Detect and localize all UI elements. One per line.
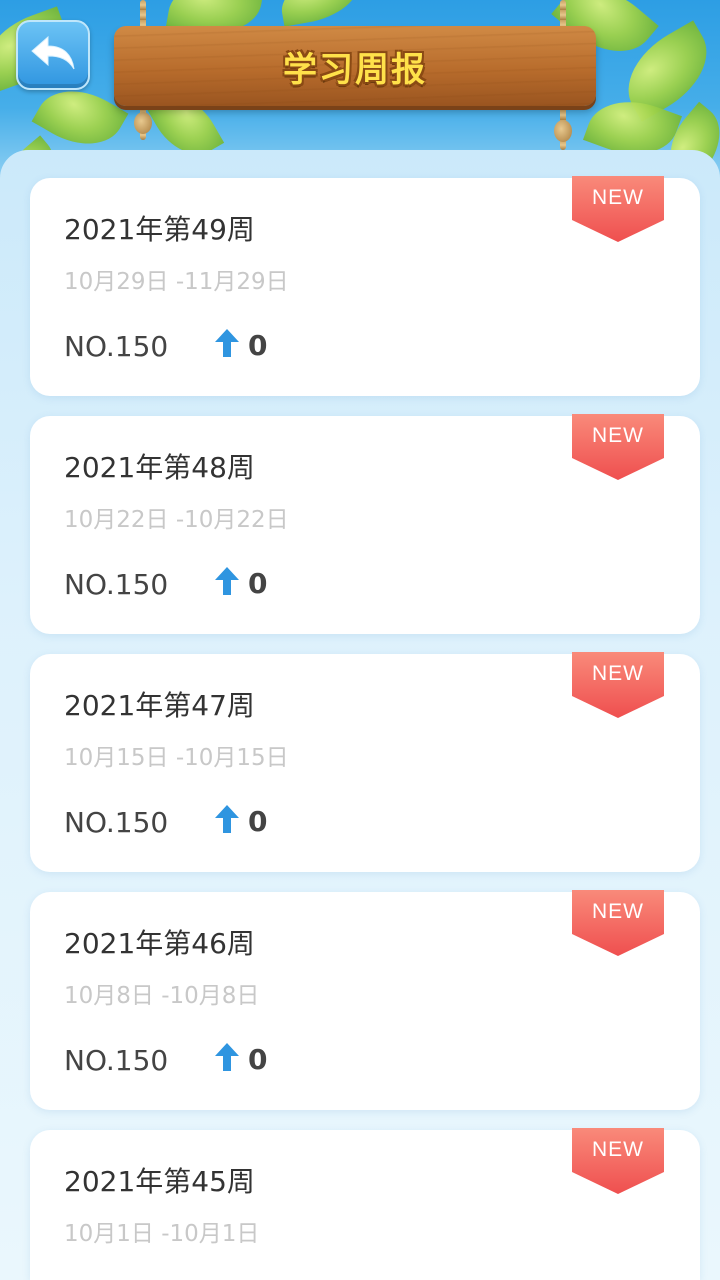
report-rank: NO.150 — [64, 1044, 169, 1077]
rank-change-value: 0 — [248, 566, 268, 600]
report-date-range: 10月22日 -10月22日 — [64, 507, 289, 533]
report-rank: NO.150 — [64, 806, 169, 839]
title-sign: 学习周报 — [114, 26, 596, 106]
rank-change-value: 0 — [248, 1042, 268, 1076]
report-title: 2021年第46周 — [64, 927, 255, 960]
new-badge-label: NEW — [592, 1138, 644, 1161]
report-rank: NO.150 — [64, 568, 169, 601]
up-arrow-icon — [214, 328, 240, 362]
report-card[interactable]: 2021年第47周 10月15日 -10月15日 NO.150 0 NEW — [30, 652, 700, 872]
leaf-decoration — [276, 0, 364, 27]
report-title: 2021年第45周 — [64, 1165, 255, 1198]
report-card[interactable]: 2021年第48周 10月22日 -10月22日 NO.150 0 NEW — [30, 414, 700, 634]
new-badge: NEW — [572, 1128, 664, 1194]
rank-change-value: 0 — [248, 328, 268, 362]
new-badge-label: NEW — [592, 900, 644, 923]
report-card[interactable]: 2021年第46周 10月8日 -10月8日 NO.150 0 NEW — [30, 890, 700, 1110]
rank-change: 0 — [214, 1042, 267, 1076]
rope-knot — [554, 120, 572, 142]
rank-change-value: 0 — [248, 804, 268, 838]
report-date-range: 10月15日 -10月15日 — [64, 745, 289, 771]
report-card[interactable]: 2021年第49周 10月29日 -11月29日 NO.150 0 NEW — [30, 176, 700, 396]
new-badge: NEW — [572, 414, 664, 480]
new-badge-label: NEW — [592, 186, 644, 209]
page-title: 学习周报 — [283, 49, 427, 90]
report-title: 2021年第48周 — [64, 451, 255, 484]
up-arrow-icon — [214, 566, 240, 600]
new-badge: NEW — [572, 652, 664, 718]
report-date-range: 10月29日 -11月29日 — [64, 269, 289, 295]
new-badge: NEW — [572, 890, 664, 956]
rank-change: 0 — [214, 566, 267, 600]
report-rank: NO.150 — [64, 330, 169, 363]
report-date-range: 10月8日 -10月8日 — [64, 983, 260, 1009]
back-arrow-icon — [28, 33, 78, 77]
back-button[interactable] — [16, 20, 90, 90]
up-arrow-icon — [214, 804, 240, 838]
rank-change: 0 — [214, 328, 267, 362]
report-title: 2021年第49周 — [64, 213, 255, 246]
new-badge-label: NEW — [592, 662, 644, 685]
rank-change: 0 — [214, 804, 267, 838]
new-badge: NEW — [572, 176, 664, 242]
rope-knot — [134, 112, 152, 134]
report-card[interactable]: 2021年第45周 10月1日 -10月1日 NEW — [30, 1128, 700, 1280]
report-title: 2021年第47周 — [64, 689, 255, 722]
report-date-range: 10月1日 -10月1日 — [64, 1221, 260, 1247]
new-badge-label: NEW — [592, 424, 644, 447]
up-arrow-icon — [214, 1042, 240, 1076]
